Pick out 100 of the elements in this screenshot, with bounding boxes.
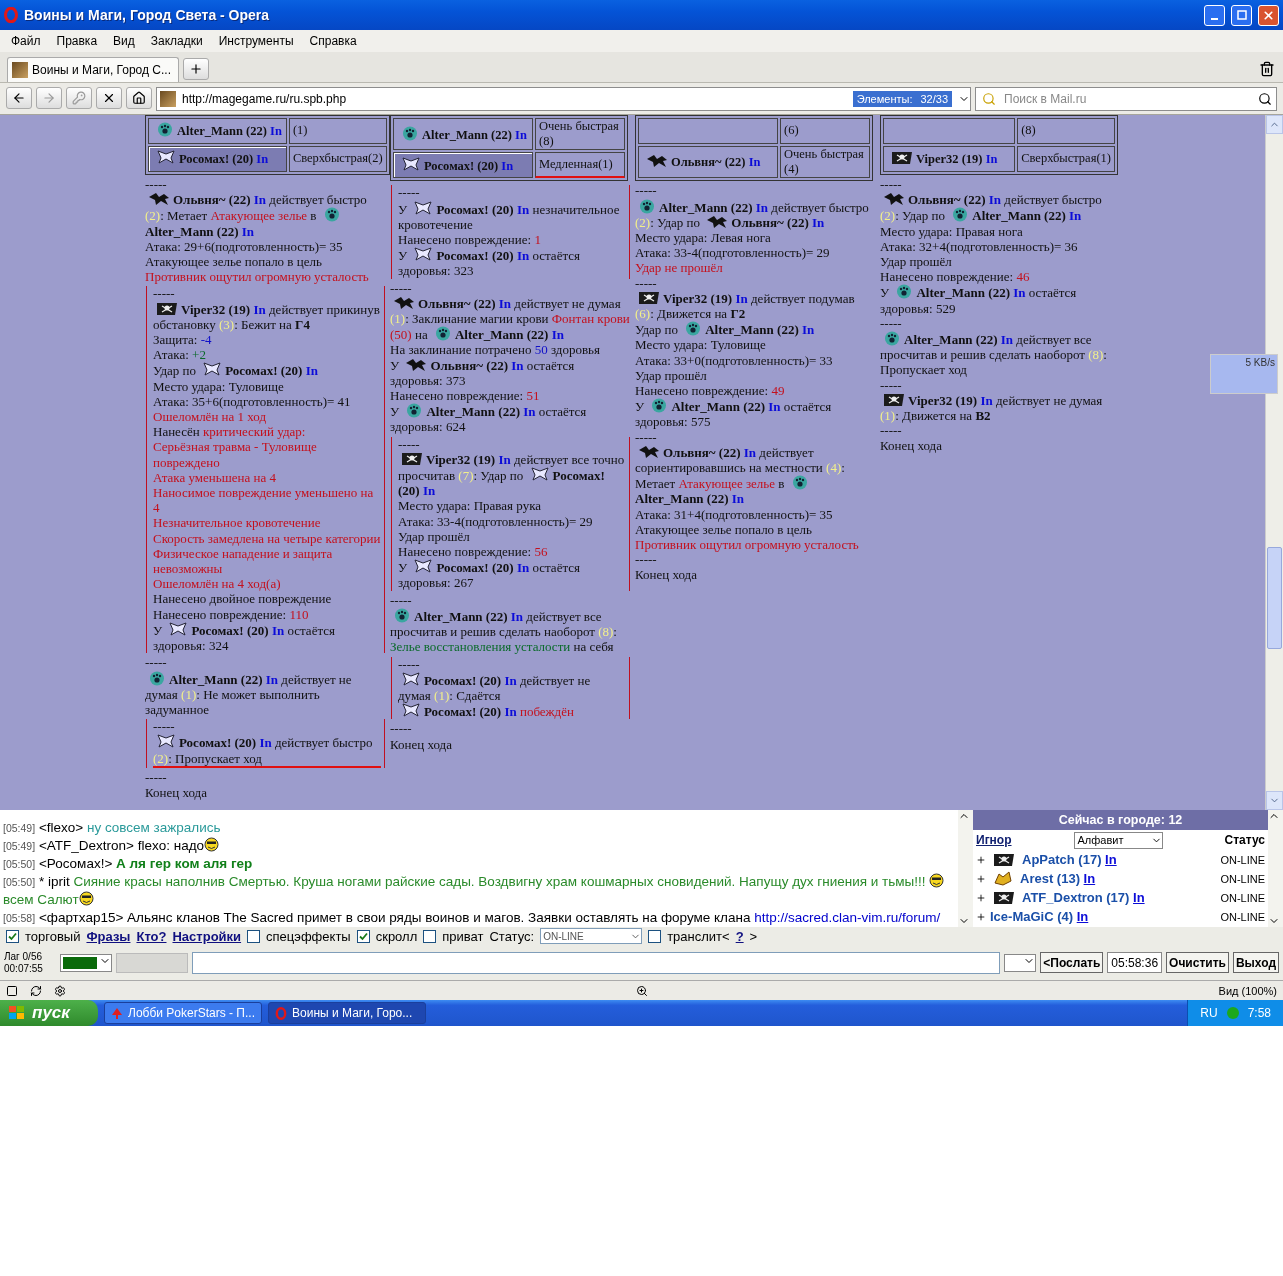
send-button[interactable]: <Послать <box>1040 952 1104 973</box>
reload-icon[interactable] <box>30 984 42 997</box>
checkbox[interactable] <box>247 929 261 943</box>
expand-plus-icon[interactable] <box>976 892 986 903</box>
log-line: Наносимое повреждение уменьшено на 4 <box>153 485 375 516</box>
menu-item[interactable]: Справка <box>301 34 365 48</box>
scrollbar[interactable] <box>1268 810 1283 927</box>
table-cell: (8) <box>1017 118 1115 144</box>
table-cell: Viper32 (19) In <box>883 146 1016 172</box>
log-line: Конец хода <box>880 438 943 454</box>
user-row[interactable]: Arest (13) In ON-LINE <box>973 869 1268 888</box>
log-line: Атака: 33-4(подготовленность)= 29 <box>398 513 594 529</box>
menu-link[interactable]: Кто? <box>136 928 167 944</box>
forum-link[interactable]: http://sacred.clan-vim.ru/forum/ <box>754 910 941 925</box>
status-select[interactable]: ON-LINE <box>540 928 643 944</box>
clear-button[interactable]: Очистить <box>1166 952 1229 973</box>
address-field[interactable]: http://magegame.ru/ru.spb.php Элементы: 32/33 <box>156 86 971 111</box>
separator-text: ----- <box>635 429 658 445</box>
menu-link[interactable]: ? <box>735 928 744 944</box>
expand-plus-icon[interactable] <box>976 873 986 884</box>
log-line: У Росомах! (20) In остаётся здоровья: 267 <box>398 559 581 591</box>
minimize-button[interactable] <box>1204 4 1225 26</box>
checkbox[interactable] <box>356 929 370 943</box>
moth-icon <box>402 703 420 719</box>
table-cell: Alter_Mann (22) In <box>393 118 533 151</box>
opera-logo-icon <box>4 7 18 23</box>
ignore-link[interactable]: Игнор <box>976 833 1012 847</box>
sort-select[interactable]: Алфавит <box>1073 831 1163 849</box>
dropdown[interactable] <box>1004 953 1037 972</box>
separator-text: ----- <box>145 769 168 785</box>
new-tab-button[interactable] <box>183 58 209 80</box>
user-row[interactable]: ApPatch (17) In ON-LINE <box>973 850 1268 869</box>
search-icon[interactable] <box>1258 91 1272 106</box>
separator-text: ----- <box>880 423 903 439</box>
message-input[interactable] <box>192 951 1001 974</box>
log-line: Нанесено повреждение: 49 <box>635 383 786 399</box>
menu-item[interactable]: Вид <box>105 34 143 48</box>
expand-plus-icon[interactable] <box>976 854 986 865</box>
panel-toggle-icon[interactable] <box>6 984 18 997</box>
close-button[interactable] <box>1258 4 1279 26</box>
table-cell: (6) <box>780 118 870 144</box>
log-line: Нанесено повреждение: 110 <box>153 606 310 622</box>
moth-icon <box>157 734 175 750</box>
tray-icon <box>1225 1006 1240 1020</box>
separator-text: ----- <box>390 280 413 296</box>
separator-text: ----- <box>635 552 658 568</box>
search-field[interactable]: Поиск в Mail.ru <box>975 86 1277 111</box>
trash-icon[interactable] <box>1259 61 1275 77</box>
dragon-icon <box>883 192 905 207</box>
log-line: Место удара: Туловище <box>153 378 285 394</box>
taskbar-button[interactable]: Воины и Маги, Горо... <box>268 1002 426 1024</box>
user-row[interactable]: Ice-MaGiC (4) In ON-LINE <box>973 907 1268 926</box>
clock-text: 7:58 <box>1247 1006 1271 1020</box>
scrollbar[interactable] <box>958 810 973 927</box>
expand-plus-icon[interactable] <box>976 911 986 922</box>
menu-link[interactable]: Фразы <box>86 928 131 944</box>
back-button[interactable] <box>6 86 32 109</box>
log-line: Атака: 31+4(подготовленность)= 35 <box>635 506 834 522</box>
separator-text: ----- <box>153 719 176 735</box>
plus-icon <box>189 62 203 76</box>
log-line: Росомах! (20) In действует не думая (1): Сдаётся <box>398 671 592 704</box>
taskbar-button[interactable]: Лобби PokerStars - П... <box>104 1002 262 1024</box>
checkbox[interactable] <box>6 929 19 943</box>
chat-message: [05:50] * iprit Сияние красы наполнив Смертью. Круша ногами райские сады. Воздвигну храм кошмарных сновидений. Напущу дух гниения и тьмы!!! всем Салют <box>3 873 958 909</box>
zoom-icon[interactable] <box>636 984 649 997</box>
log-line: Скорость замедлена на четыре категории <box>153 530 381 546</box>
log-line: Ольвня~ (22) In действует сориентировавшись на местности (4): Метает Атакующее зелье в Alter_Mann (22) In <box>635 444 846 507</box>
checkbox[interactable] <box>648 929 662 943</box>
menu-item[interactable]: Инструменты <box>210 34 302 48</box>
home-button[interactable] <box>126 86 152 109</box>
log-line: Нанесено повреждение: 46 <box>880 269 1031 285</box>
menu-item[interactable]: Закладки <box>142 34 211 48</box>
color-select[interactable] <box>60 953 112 972</box>
log-line: Viper32 (19) In действует не думая (1): Движется на В2 <box>880 392 1104 424</box>
checkbox-label: спецэффекты <box>266 928 351 944</box>
menu-item[interactable]: Правка <box>48 34 106 48</box>
log-line: У Росомах! (20) In остаётся здоровья: 324 <box>153 621 336 654</box>
log-line: Нанесено повреждение: 51 <box>390 388 541 404</box>
dragon-icon <box>148 192 170 207</box>
window-title: Воины и Маги, Город Света - Opera <box>24 7 271 23</box>
zoom-control[interactable]: Вид (100%) <box>1218 984 1277 997</box>
paw-orb-icon <box>394 607 410 623</box>
maximize-button[interactable] <box>1231 4 1252 26</box>
checkbox[interactable] <box>423 929 437 943</box>
log-line: Конец хода <box>635 567 698 583</box>
user-row[interactable]: ATF_Dextron (17) In ON-LINE <box>973 888 1268 907</box>
settings-icon[interactable] <box>54 984 66 997</box>
table-cell: Сверхбыстрая(1) <box>1017 146 1115 172</box>
separator-text: ----- <box>398 185 421 201</box>
log-line: Атака: 32+4(подготовленность)= 36 <box>880 238 1079 254</box>
home-icon <box>132 90 146 105</box>
menu-item[interactable]: Файл <box>3 34 49 48</box>
menu-link[interactable]: Настройки <box>172 928 242 944</box>
scroll-thumb[interactable] <box>1267 547 1282 649</box>
stop-button[interactable] <box>96 86 122 109</box>
exit-button[interactable]: Выход <box>1232 952 1279 973</box>
log-line: Ольвня~ (22) In действует быстро (2): Удар по Alter_Mann (22) In <box>880 192 1103 224</box>
search-icon <box>982 91 996 106</box>
browser-tab[interactable]: Воины и Маги, Город С... <box>7 57 179 82</box>
dragon-icon <box>646 154 668 169</box>
